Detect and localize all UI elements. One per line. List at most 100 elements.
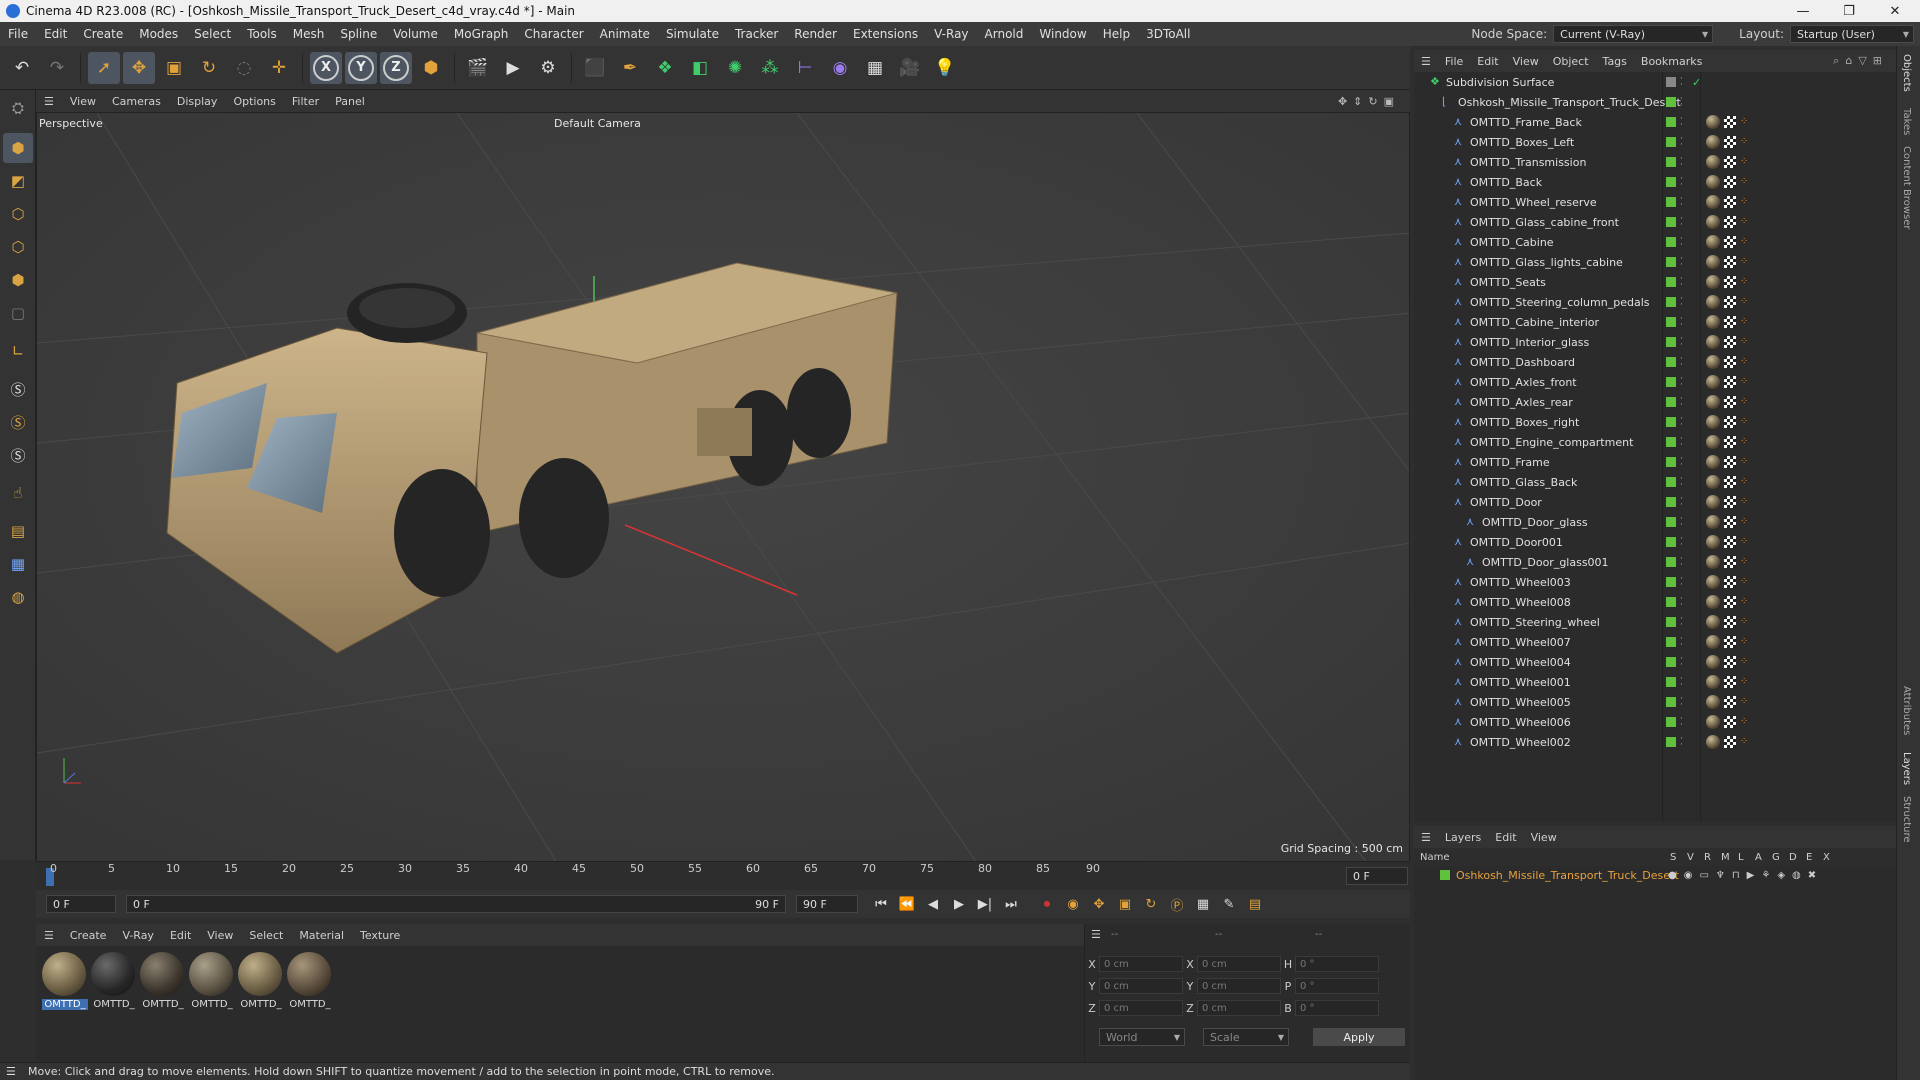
uvw-tag-icon[interactable] xyxy=(1724,356,1736,368)
edges-mode-button[interactable]: ⬡ xyxy=(3,232,33,262)
vray-tag-icon[interactable]: ⁘ xyxy=(1740,176,1750,188)
visibility-dots-icon[interactable]: · · xyxy=(1680,695,1684,710)
key-position-icon[interactable]: ✥ xyxy=(1086,892,1112,916)
menu-tools[interactable]: Tools xyxy=(239,27,285,41)
pen-spline-button[interactable]: ✒ xyxy=(614,52,646,84)
material-menu-view[interactable]: View xyxy=(199,929,241,942)
uvw-tag-icon[interactable] xyxy=(1724,396,1736,408)
layer-menu-layers[interactable]: Layers xyxy=(1438,831,1488,844)
material-swatch[interactable]: OMTTD_ xyxy=(238,952,284,1010)
uvw-tag-icon[interactable] xyxy=(1724,116,1736,128)
object-row[interactable]: ❖ Subdivision Surface · · ✓ xyxy=(1414,72,1896,92)
layer-color-swatch[interactable] xyxy=(1666,257,1676,267)
viewport-menu-options[interactable]: Options xyxy=(225,95,283,108)
material-tag-icon[interactable] xyxy=(1706,195,1720,209)
object-name[interactable]: OMTTD_Boxes_right xyxy=(1470,416,1579,429)
object-row[interactable]: ⋏ OMTTD_Door · · ⁘ xyxy=(1414,492,1896,512)
object-row[interactable]: ⋏ OMTTD_Wheel006 · · ⁘ xyxy=(1414,712,1896,732)
layer-color-swatch[interactable] xyxy=(1666,557,1676,567)
object-name[interactable]: OMTTD_Wheel001 xyxy=(1470,676,1571,689)
object-name[interactable]: OMTTD_Steering_wheel xyxy=(1470,616,1600,629)
uvw-tag-icon[interactable] xyxy=(1724,616,1736,628)
redo-button[interactable]: ↷ xyxy=(41,52,73,84)
material-tag-icon[interactable] xyxy=(1706,135,1720,149)
position-y-field[interactable]: 0 cm xyxy=(1099,978,1183,994)
vray-tag-icon[interactable]: ⁘ xyxy=(1740,356,1750,368)
enabled-check-icon[interactable]: ✓ xyxy=(1692,76,1701,89)
uvw-tag-icon[interactable] xyxy=(1724,556,1736,568)
record-icon[interactable]: ⏺ xyxy=(1034,892,1060,916)
material-tag-icon[interactable] xyxy=(1706,275,1720,289)
layer-color-swatch[interactable] xyxy=(1666,597,1676,607)
vray-tag-icon[interactable]: ⁘ xyxy=(1740,296,1750,308)
object-name[interactable]: OMTTD_Back xyxy=(1470,176,1542,189)
vray-tag-icon[interactable]: ⁘ xyxy=(1740,376,1750,388)
layer-color-swatch[interactable] xyxy=(1666,657,1676,667)
layer-color-swatch[interactable] xyxy=(1666,297,1676,307)
uvw-tag-icon[interactable] xyxy=(1724,136,1736,148)
uvw-tag-icon[interactable] xyxy=(1724,216,1736,228)
visibility-dots-icon[interactable]: · · xyxy=(1680,395,1684,410)
layer-menu-edit[interactable]: Edit xyxy=(1488,831,1523,844)
material-menu-create[interactable]: Create xyxy=(62,929,115,942)
object-row[interactable]: ⋏ OMTTD_Transmission · · ⁘ xyxy=(1414,152,1896,172)
vray-tag-icon[interactable]: ⁘ xyxy=(1740,476,1750,488)
object-row[interactable]: ⋏ OMTTD_Door_glass · · ⁘ xyxy=(1414,512,1896,532)
vray-tag-icon[interactable]: ⁘ xyxy=(1740,736,1750,748)
object-menu-object[interactable]: Object xyxy=(1546,55,1596,68)
visibility-dots-icon[interactable]: · · xyxy=(1680,115,1684,130)
snap-settings-button[interactable]: Ⓢ xyxy=(3,407,33,437)
uvw-tag-icon[interactable] xyxy=(1724,676,1736,688)
layer-color-swatch[interactable] xyxy=(1666,417,1676,427)
uvw-tag-icon[interactable] xyxy=(1724,496,1736,508)
visibility-dots-icon[interactable]: · · xyxy=(1680,255,1684,270)
tweak-mode-button[interactable]: ☝ xyxy=(3,478,33,508)
object-name[interactable]: OMTTD_Transmission xyxy=(1470,156,1586,169)
uvw-tag-icon[interactable] xyxy=(1724,656,1736,668)
object-row[interactable]: ⋏ OMTTD_Boxes_right · · ⁘ xyxy=(1414,412,1896,432)
layer-color-swatch[interactable] xyxy=(1666,577,1676,587)
close-button[interactable]: ✕ xyxy=(1872,0,1918,22)
go-to-end-icon[interactable]: ⏭ xyxy=(998,892,1024,916)
layer-color-swatch[interactable] xyxy=(1666,137,1676,147)
layer-color-swatch[interactable] xyxy=(1666,197,1676,207)
prev-key-icon[interactable]: ⏪ xyxy=(894,892,920,916)
object-row[interactable]: ⋏ OMTTD_Steering_wheel · · ⁘ xyxy=(1414,612,1896,632)
material-tag-icon[interactable] xyxy=(1706,515,1720,529)
uvw-tag-icon[interactable] xyxy=(1724,516,1736,528)
vray-tag-icon[interactable]: ⁘ xyxy=(1740,216,1750,228)
uv-mode-button[interactable]: ▢ xyxy=(3,298,33,328)
menu-edit[interactable]: Edit xyxy=(36,27,75,41)
tab-layers[interactable]: Layers xyxy=(1901,752,1912,785)
material-tag-icon[interactable] xyxy=(1706,335,1720,349)
material-tag-icon[interactable] xyxy=(1706,455,1720,469)
end-frame-field[interactable]: 90 F xyxy=(796,895,858,913)
snap-button[interactable]: Ⓢ xyxy=(3,374,33,404)
uvw-tag-icon[interactable] xyxy=(1724,236,1736,248)
uvw-tag-icon[interactable] xyxy=(1724,596,1736,608)
object-name[interactable]: OMTTD_Wheel005 xyxy=(1470,696,1571,709)
material-swatch[interactable]: OMTTD_ xyxy=(91,952,137,1010)
layer-color-swatch[interactable] xyxy=(1666,457,1676,467)
vray-tag-icon[interactable]: ⁘ xyxy=(1740,596,1750,608)
uvw-tag-icon[interactable] xyxy=(1724,636,1736,648)
object-row[interactable]: ⌊ Oshkosh_Missile_Transport_Truck_Desert ·… xyxy=(1414,92,1896,112)
object-row[interactable]: ⋏ OMTTD_Wheel003 · · ⁘ xyxy=(1414,572,1896,592)
frame-range-slider[interactable]: 0 F 90 F xyxy=(126,895,786,913)
object-name[interactable]: OMTTD_Engine_compartment xyxy=(1470,436,1633,449)
material-tag-icon[interactable] xyxy=(1706,735,1720,749)
object-row[interactable]: ⋏ OMTTD_Cabine_interior · · ⁘ xyxy=(1414,312,1896,332)
floor-scene-button[interactable]: ▦ xyxy=(859,52,891,84)
tab-content-browser[interactable]: Content Browser xyxy=(1901,146,1912,229)
layer-color-swatch[interactable] xyxy=(1666,697,1676,707)
layer-color-swatch[interactable] xyxy=(1666,517,1676,527)
material-tag-icon[interactable] xyxy=(1706,695,1720,709)
object-name[interactable]: OMTTD_Axles_rear xyxy=(1470,396,1573,409)
grid-button[interactable]: ▦ xyxy=(3,549,33,579)
menu-spline[interactable]: Spline xyxy=(332,27,385,41)
layer-color-swatch[interactable] xyxy=(1666,217,1676,227)
uvw-tag-icon[interactable] xyxy=(1724,456,1736,468)
vray-tag-icon[interactable]: ⁘ xyxy=(1740,716,1750,728)
layer-color-swatch[interactable] xyxy=(1666,377,1676,387)
start-frame-field[interactable]: 0 F xyxy=(46,895,116,913)
